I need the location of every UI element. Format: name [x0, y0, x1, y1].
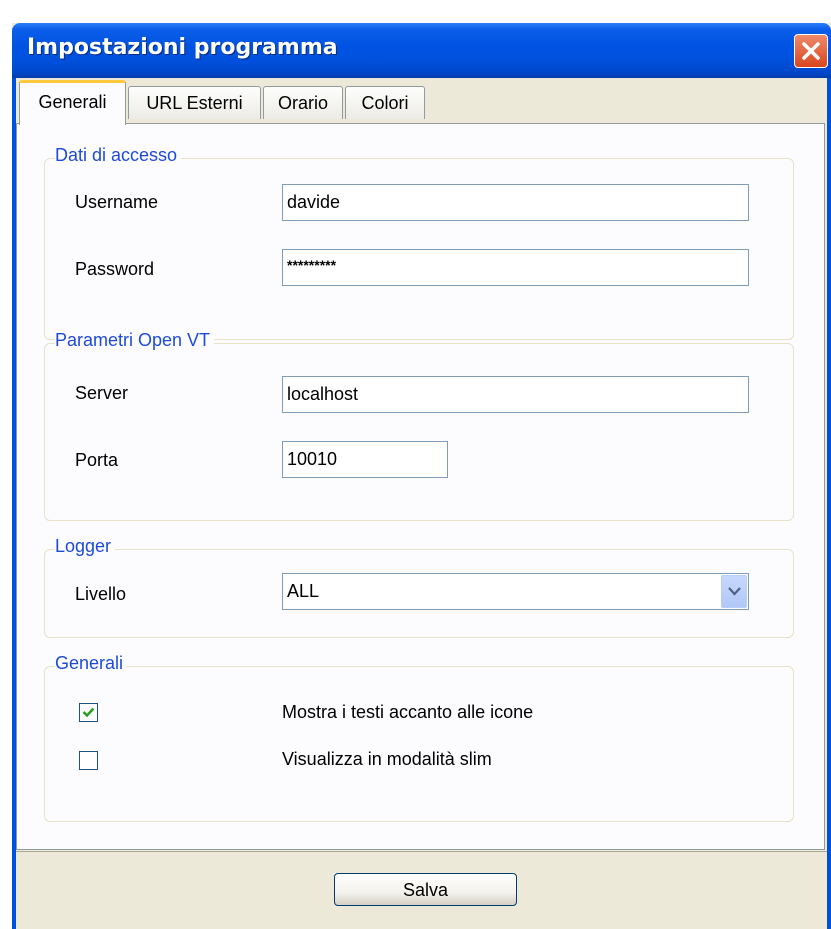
port-label: Porta [75, 450, 119, 470]
tab-url-esterni[interactable]: URL Esterni [128, 86, 261, 119]
checkmark-icon [82, 707, 95, 718]
group-openvt: Parametri Open VT Server localhost Porta… [44, 330, 794, 521]
level-select[interactable]: ALL [282, 573, 749, 610]
tab-panel-generali: Dati di accesso Username davide Password… [16, 123, 825, 850]
tab-label: URL Esterni [146, 93, 243, 113]
tab-generali[interactable]: Generali [19, 80, 126, 125]
save-button[interactable]: Salva [334, 873, 517, 906]
title-bar[interactable]: Impostazioni programma [12, 23, 831, 78]
group-general-legend: Generali [55, 653, 128, 674]
port-input[interactable]: 10010 [282, 441, 448, 478]
slim-mode-checkbox[interactable] [79, 751, 98, 770]
settings-window: Impostazioni programma Generali URL Este… [12, 23, 831, 929]
group-logger-legend: Logger [55, 536, 116, 557]
group-access: Dati di accesso Username davide Password… [44, 145, 794, 340]
group-openvt-legend: Parametri Open VT [55, 330, 215, 351]
slim-mode-label[interactable]: Visualizza in modalità slim [282, 749, 492, 770]
show-text-label[interactable]: Mostra i testi accanto alle icone [282, 702, 533, 723]
password-input[interactable]: ********* [282, 249, 749, 286]
close-button[interactable] [794, 34, 828, 68]
tab-colori[interactable]: Colori [345, 86, 425, 119]
tab-label: Colori [361, 93, 409, 113]
level-label: Livello [75, 584, 127, 604]
username-label: Username [75, 192, 159, 212]
group-logger: Logger Livello ALL [44, 536, 794, 638]
username-input[interactable]: davide [282, 184, 749, 221]
tab-label: Generali [38, 92, 107, 112]
group-access-legend: Dati di accesso [55, 145, 182, 166]
window-border-right [827, 78, 831, 929]
window-title: Impostazioni programma [27, 35, 338, 60]
footer-divider [16, 851, 827, 852]
group-general: Generali Mostra i testi accanto alle ico… [44, 653, 794, 822]
dropdown-button[interactable] [721, 575, 747, 608]
server-label: Server [75, 383, 129, 403]
close-icon [802, 42, 820, 60]
chevron-down-icon [728, 587, 741, 596]
password-label: Password [75, 259, 155, 279]
tab-label: Orario [277, 93, 328, 113]
level-select-value: ALL [287, 581, 320, 601]
show-text-checkbox[interactable] [79, 703, 98, 722]
server-input[interactable]: localhost [282, 376, 749, 413]
tab-orario[interactable]: Orario [263, 86, 343, 119]
